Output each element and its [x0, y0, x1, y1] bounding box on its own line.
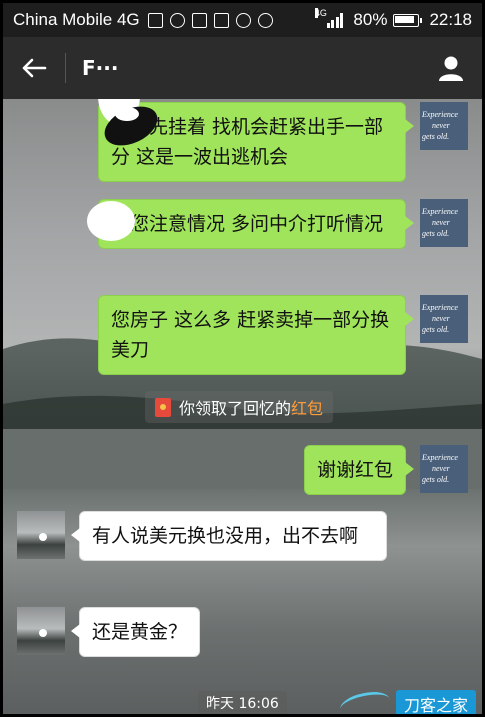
battery-icon: [393, 13, 423, 27]
message-received[interactable]: 还是黄金？: [17, 607, 201, 657]
clock: 22:18: [429, 10, 472, 29]
chat-header: F···: [3, 37, 482, 99]
avatar-contact[interactable]: [17, 511, 65, 559]
weibo-icon: [169, 12, 185, 28]
message-bubble[interactable]: 还是黄金？: [70, 607, 201, 657]
avatar-text: never: [432, 218, 450, 227]
avatar-sun: [39, 533, 47, 541]
message-sent[interactable]: 谢谢红包 Experience never gets old.: [303, 445, 468, 495]
red-packet-link[interactable]: 红包: [291, 395, 323, 419]
message-bubble[interactable]: 有人说美元换也没用，出不去啊: [71, 511, 387, 561]
redaction-blot: [115, 107, 139, 121]
lock-icon: [235, 12, 251, 28]
avatar-text: Experience: [422, 207, 458, 216]
chat-area[interactable]: 的您先挂着 找机会赶紧出手一部分 这是一波出逃机会 Experience nev…: [3, 99, 482, 714]
phone-screen: China Mobile 4G 4G 80% 22:18 F··· 的您先挂着 …: [0, 0, 485, 717]
red-packet-icon: [155, 397, 171, 417]
avatar-me[interactable]: Experience never gets old.: [420, 102, 468, 150]
message-bubble[interactable]: 谢谢红包: [303, 445, 415, 495]
timestamp-label: 昨天 16:06: [198, 691, 287, 714]
avatar-text: never: [432, 464, 450, 473]
network-tag: 4G: [314, 8, 327, 18]
avatar-me[interactable]: Experience never gets old.: [420, 199, 468, 247]
redaction-blot: [87, 201, 135, 241]
carrier-label: China Mobile 4G: [13, 10, 140, 29]
back-button[interactable]: [3, 37, 65, 99]
message-sent[interactable]: 的您注意情况 多问中介打听情况 Experience never gets ol…: [98, 199, 468, 249]
message-bubble[interactable]: 的您注意情况 多问中介打听情况: [98, 199, 414, 249]
keyboard-icon: [213, 12, 229, 28]
avatar-text: Experience: [422, 453, 458, 462]
watermark-swoosh-icon: [338, 688, 392, 714]
avatar-sun: [39, 629, 47, 637]
do-not-disturb-icon: [257, 12, 273, 28]
signal-icon: 4G: [314, 8, 344, 28]
message-sent[interactable]: 您房子 这么多 赶紧卖掉一部分换美刀 Experience never gets…: [98, 295, 468, 375]
notice-text: 你领取了回忆的: [179, 399, 292, 418]
avatar-text: Experience: [422, 303, 458, 312]
chat-info-button[interactable]: [420, 37, 482, 99]
avatar-text: never: [432, 121, 450, 130]
avatar-text: Experience: [422, 110, 458, 119]
avatar-me[interactable]: Experience never gets old.: [420, 295, 468, 343]
watermark-text: 刀客之家: [395, 690, 476, 714]
message-bubble[interactable]: 您房子 这么多 赶紧卖掉一部分换美刀: [98, 295, 414, 375]
avatar-text: gets old.: [422, 132, 450, 141]
status-bar: China Mobile 4G 4G 80% 22:18: [3, 3, 482, 37]
avatar-contact[interactable]: [17, 607, 65, 655]
avatar-me[interactable]: Experience never gets old.: [420, 445, 468, 493]
avatar-text: gets old.: [422, 325, 450, 334]
sim-icon: [147, 12, 163, 28]
chat-title: F···: [82, 56, 119, 80]
site-watermark: 刀客之家: [338, 688, 476, 714]
battery-percent: 80%: [353, 10, 388, 29]
red-packet-notice[interactable]: 你领取了回忆的 红包: [145, 391, 334, 423]
back-arrow-icon: [22, 58, 47, 78]
avatar-text: never: [432, 314, 450, 323]
gallery-icon: [191, 12, 207, 28]
avatar-text: gets old.: [422, 475, 450, 484]
message-received[interactable]: 有人说美元换也没用，出不去啊: [17, 511, 387, 561]
person-icon: [439, 56, 463, 81]
header-divider: [65, 53, 66, 83]
avatar-text: gets old.: [422, 229, 450, 238]
